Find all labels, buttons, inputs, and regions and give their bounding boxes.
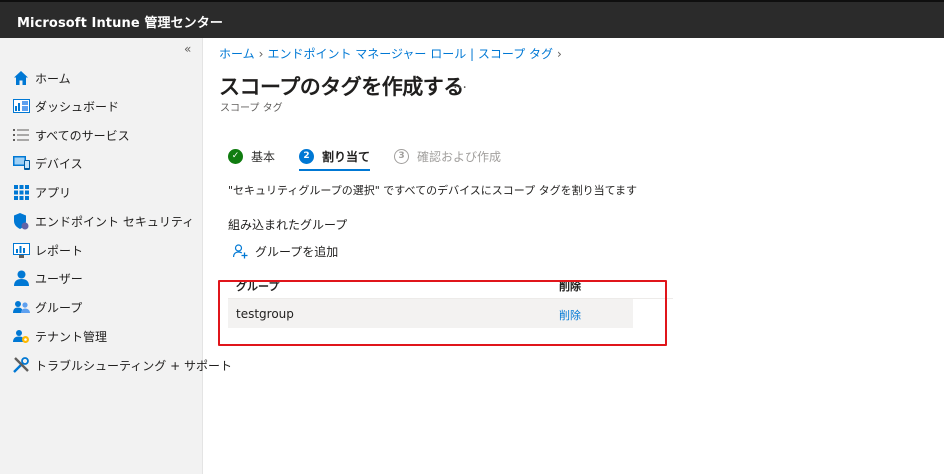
list-icon bbox=[12, 126, 30, 144]
sidebar-item-label: レポート bbox=[35, 243, 84, 258]
sidebar-item-label: ユーザー bbox=[35, 271, 83, 286]
tenant-admin-icon bbox=[12, 327, 30, 345]
sidebar-item-label: ホーム bbox=[35, 71, 71, 86]
add-group-label: グループを追加 bbox=[255, 245, 339, 259]
more-options-button[interactable]: … bbox=[453, 76, 467, 92]
sidebar-item-troubleshooting[interactable]: トラブルシューティング + サポート bbox=[12, 355, 232, 375]
sidebar-item-reports[interactable]: レポート bbox=[12, 240, 83, 260]
step-number-icon: 3 bbox=[394, 148, 410, 164]
troubleshooting-icon bbox=[12, 356, 30, 374]
sidebar-item-endpoint-security[interactable]: エンドポイント セキュリティ bbox=[12, 211, 194, 231]
chevron-right-icon: › bbox=[557, 47, 562, 61]
collapse-sidebar-button[interactable]: « bbox=[184, 42, 191, 56]
step-review-create[interactable]: 3 確認および作成 bbox=[394, 146, 501, 166]
sidebar-item-groups[interactable]: グループ bbox=[12, 297, 82, 317]
sidebar-item-label: すべてのサービス bbox=[35, 128, 130, 143]
sidebar-item-label: グループ bbox=[35, 300, 83, 315]
included-groups-heading: 組み込まれたグループ bbox=[228, 218, 348, 232]
page-subtitle: スコープ タグ bbox=[220, 103, 283, 114]
step-label: 確認および作成 bbox=[417, 149, 502, 164]
add-group-button[interactable]: グループを追加 bbox=[233, 243, 338, 260]
app-title[interactable]: Microsoft Intune 管理センター bbox=[17, 12, 223, 31]
sidebar-item-all-services[interactable]: すべてのサービス bbox=[12, 125, 130, 145]
step-number-icon: 2 bbox=[299, 148, 315, 164]
step-label: 基本 bbox=[251, 149, 276, 164]
sidebar-item-users[interactable]: ユーザー bbox=[12, 268, 83, 288]
sidebar-item-dashboard[interactable]: ダッシュボード bbox=[12, 96, 119, 116]
groups-icon bbox=[12, 298, 30, 316]
top-bar: Microsoft Intune 管理センター bbox=[0, 0, 944, 38]
step-label: 割り当て bbox=[322, 149, 371, 164]
breadcrumb: ホーム › エンドポイント マネージャー ロール | スコープ タグ › bbox=[219, 45, 566, 62]
home-icon bbox=[12, 69, 30, 87]
breadcrumb-home-link[interactable]: ホーム bbox=[219, 47, 255, 61]
endpoint-security-icon bbox=[12, 212, 30, 230]
sidebar-item-label: アプリ bbox=[35, 185, 72, 200]
sidebar-item-label: テナント管理 bbox=[35, 329, 108, 344]
devices-icon bbox=[12, 154, 30, 172]
sidebar-item-home[interactable]: ホーム bbox=[12, 68, 71, 88]
add-user-icon bbox=[233, 244, 248, 259]
dashboard-icon bbox=[12, 97, 30, 115]
sidebar: « ホーム ダッシュボード すべてのサービス デバイス アプリ エンドポイント … bbox=[0, 38, 232, 474]
sidebar-item-devices[interactable]: デバイス bbox=[12, 153, 83, 173]
step-assignments[interactable]: 2 割り当て bbox=[299, 146, 371, 171]
sidebar-item-tenant-admin[interactable]: テナント管理 bbox=[12, 326, 107, 346]
chevron-right-icon: › bbox=[258, 47, 264, 61]
sidebar-item-apps[interactable]: アプリ bbox=[12, 182, 71, 202]
apps-icon bbox=[12, 183, 30, 201]
sidebar-item-label: ダッシュボード bbox=[35, 99, 120, 114]
wizard-steps: ✓ 基本 2 割り当て 3 確認および作成 bbox=[228, 146, 525, 171]
highlight-box bbox=[218, 280, 667, 346]
sidebar-item-label: エンドポイント セキュリティ bbox=[35, 214, 195, 229]
page-title: スコープのタグを作成する bbox=[219, 75, 464, 99]
checkmark-icon: ✓ bbox=[228, 148, 243, 164]
main-content: ホーム › エンドポイント マネージャー ロール | スコープ タグ › スコープのタ… bbox=[203, 38, 944, 474]
step-basics[interactable]: ✓ 基本 bbox=[228, 146, 275, 166]
reports-icon bbox=[12, 241, 30, 259]
sidebar-item-label: デバイス bbox=[35, 156, 83, 171]
breadcrumb-scope-tags-link[interactable]: エンドポイント マネージャー ロール | スコープ タグ bbox=[267, 47, 553, 61]
user-icon bbox=[12, 269, 30, 287]
assignment-description: "セキュリティグループの選択" ですべてのデバイスにスコープ タグを割り当てます bbox=[228, 184, 638, 197]
